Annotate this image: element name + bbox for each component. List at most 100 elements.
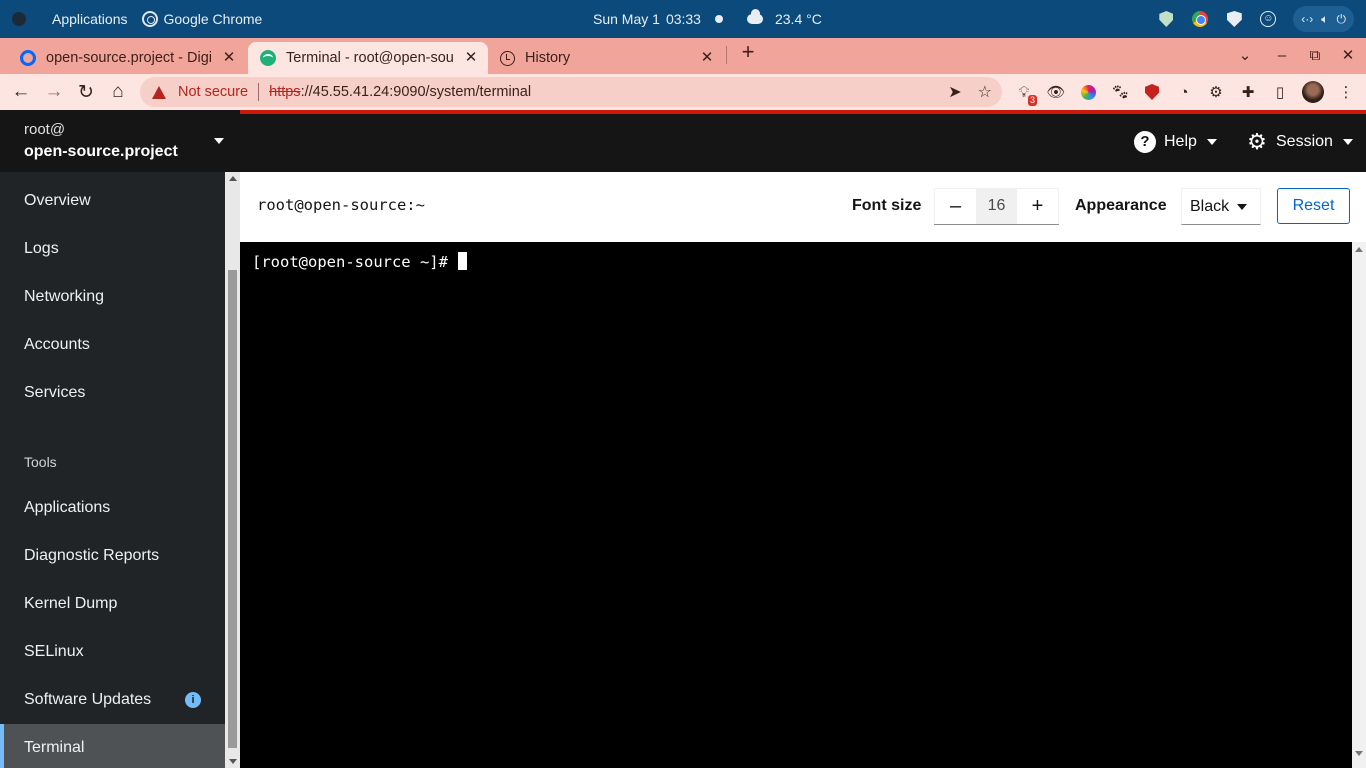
minimize-icon[interactable]: – <box>1268 38 1296 72</box>
sidebar-item-label: Accounts <box>24 336 90 353</box>
tab-close-icon[interactable]: ✕ <box>698 49 716 67</box>
sidebar-item-label: Terminal <box>24 739 85 756</box>
new-tab-button[interactable]: + <box>736 41 760 65</box>
browser-menu-icon[interactable]: ⋮ <box>1336 82 1356 102</box>
extension-gear-icon[interactable]: ⚙ <box>1206 82 1226 102</box>
extension-color-icon[interactable] <box>1078 82 1098 102</box>
cloud-icon <box>746 9 763 24</box>
activities-icon[interactable] <box>12 12 26 26</box>
sidebar-item-terminal[interactable]: Terminal <box>0 724 225 768</box>
sidebar-item-kernel-dump[interactable]: Kernel Dump <box>0 580 225 628</box>
active-app-label: Google Chrome <box>163 11 263 27</box>
security-status[interactable]: Not secure <box>178 84 248 100</box>
accessibility-icon[interactable]: ☺ <box>1259 10 1277 28</box>
weather-temperature: 23.4 °C <box>774 11 822 27</box>
host-switcher[interactable]: root@ open-source.project <box>0 110 240 172</box>
tray-shield-icon[interactable] <box>1157 10 1175 28</box>
scroll-up-icon[interactable] <box>1355 247 1363 252</box>
scroll-down-icon[interactable] <box>229 759 237 764</box>
caret-down-icon <box>1237 203 1248 210</box>
tab-close-icon[interactable]: ✕ <box>462 49 480 67</box>
session-menu-button[interactable]: ⚙ Session <box>1246 128 1353 156</box>
extension-speed-icon[interactable]: ◔ <box>1174 82 1194 102</box>
reload-icon[interactable]: ↻ <box>73 79 99 105</box>
sidebar-item-label: Services <box>24 384 86 401</box>
warning-icon[interactable] <box>152 85 166 99</box>
gear-icon: ⚙ <box>1247 129 1267 154</box>
sidebar-item-overview[interactable]: Overview <box>0 177 225 225</box>
extension-bulb-icon[interactable]: 💡︎ 3 <box>1014 82 1037 106</box>
sidebar-item-label: Networking <box>24 288 105 305</box>
close-window-icon[interactable]: ✕ <box>1334 38 1362 72</box>
terminal-title: root@open-source:~ <box>257 196 425 214</box>
help-menu-button[interactable]: ? Help <box>1134 128 1217 156</box>
forward-icon[interactable]: → <box>41 79 67 105</box>
font-size-decrease-button[interactable]: – <box>934 188 977 224</box>
scrollbar-thumb[interactable] <box>228 270 237 748</box>
side-panel-icon[interactable]: ▯ <box>1270 82 1290 102</box>
os-top-panel: Applications Google Chrome Sun May 1 03:… <box>0 0 1366 38</box>
active-app-indicator[interactable]: Google Chrome <box>141 0 263 38</box>
address-bar[interactable]: Not secure https://45.55.41.24:9090/syst… <box>140 77 1002 107</box>
tab-label: Terminal - root@open-sou <box>286 50 454 66</box>
browser-tab-digitalocean[interactable]: open-source.project - Digi ✕ <box>8 42 246 74</box>
clock[interactable]: Sun May 1 03:33 23.4 °C <box>593 0 822 38</box>
browser-tab-terminal[interactable]: Terminal - root@open-sou ✕ <box>248 42 488 74</box>
scroll-down-icon[interactable] <box>1355 751 1363 756</box>
chrome-icon <box>141 11 158 27</box>
sidebar-item-label: Applications <box>24 499 111 516</box>
appearance-label: Appearance <box>1075 197 1167 214</box>
terminal-screen[interactable]: [root@open-source ~]# <box>240 242 1352 768</box>
sidebar-item-label: Kernel Dump <box>24 595 118 612</box>
sidebar-scrollbar[interactable] <box>225 172 240 768</box>
sidebar-item-software-updates[interactable]: Software Updates i <box>0 676 225 724</box>
sidebar-item-services[interactable]: Services <box>0 369 225 417</box>
sidebar-item-selinux[interactable]: SELinux <box>0 628 225 676</box>
sidebar-item-label: SELinux <box>24 643 84 660</box>
profile-avatar[interactable] <box>1302 81 1324 103</box>
host-user: root@ <box>24 121 66 138</box>
terminal-toolbar: root@open-source:~ Font size – 16 + Appe… <box>240 172 1366 242</box>
appearance-select[interactable]: Black <box>1181 188 1261 225</box>
maximize-icon[interactable]: ⧉ <box>1301 38 1329 72</box>
help-icon: ? <box>1134 131 1156 153</box>
scroll-up-icon[interactable] <box>229 176 237 181</box>
font-size-value[interactable]: 16 <box>977 188 1016 224</box>
sidebar-item-logs[interactable]: Logs <box>0 225 225 273</box>
extension-eye-icon[interactable]: 👁︎ <box>1046 82 1066 102</box>
extension-gnome-icon[interactable]: 🐾︎ <box>1110 82 1130 102</box>
bookmark-star-icon[interactable]: ☆ <box>978 82 992 102</box>
font-size-increase-button[interactable]: + <box>1016 188 1059 224</box>
terminal-line: [root@open-source ~]# <box>252 252 468 271</box>
reset-button[interactable]: Reset <box>1277 188 1350 224</box>
sidebar-item-accounts[interactable]: Accounts <box>0 321 225 369</box>
send-to-device-icon[interactable]: ➤ <box>948 82 961 102</box>
extension-ublock-icon[interactable] <box>1142 82 1162 102</box>
tray-chrome-icon[interactable] <box>1191 10 1209 28</box>
url-text: ://45.55.41.24:9090/system/terminal <box>300 84 532 100</box>
network-icon: ‹·› <box>1301 12 1314 26</box>
history-icon <box>500 50 515 66</box>
sidebar-item-networking[interactable]: Networking <box>0 273 225 321</box>
terminal-scrollbar[interactable] <box>1352 242 1366 768</box>
caret-down-icon <box>1342 139 1353 145</box>
tab-label: History <box>525 50 571 66</box>
sidebar-item-applications[interactable]: Applications <box>0 484 225 532</box>
masthead: ? Help ⚙ Session <box>240 114 1366 172</box>
tab-close-icon[interactable]: ✕ <box>220 49 238 67</box>
back-icon[interactable]: ← <box>8 79 34 105</box>
caret-down-icon <box>214 138 224 144</box>
browser-tab-history[interactable]: History ✕ <box>492 42 724 74</box>
help-label: Help <box>1164 133 1197 150</box>
system-menu[interactable]: ‹·› 🔈︎ ⏻ <box>1293 6 1354 32</box>
home-icon[interactable]: ⌂ <box>105 79 131 105</box>
terminal-cursor <box>458 252 468 270</box>
extensions-puzzle-icon[interactable]: ✚ <box>1238 82 1258 102</box>
applications-menu[interactable]: Applications <box>42 0 138 38</box>
tray-bitwarden-icon[interactable] <box>1225 10 1243 28</box>
sidebar-item-diagnostic-reports[interactable]: Diagnostic Reports <box>0 532 225 580</box>
tab-search-icon[interactable]: ⌄ <box>1231 38 1259 72</box>
extension-badge: 3 <box>1027 95 1037 106</box>
tools-heading: Tools <box>24 454 57 470</box>
tab-label: open-source.project - Digi <box>46 50 213 66</box>
